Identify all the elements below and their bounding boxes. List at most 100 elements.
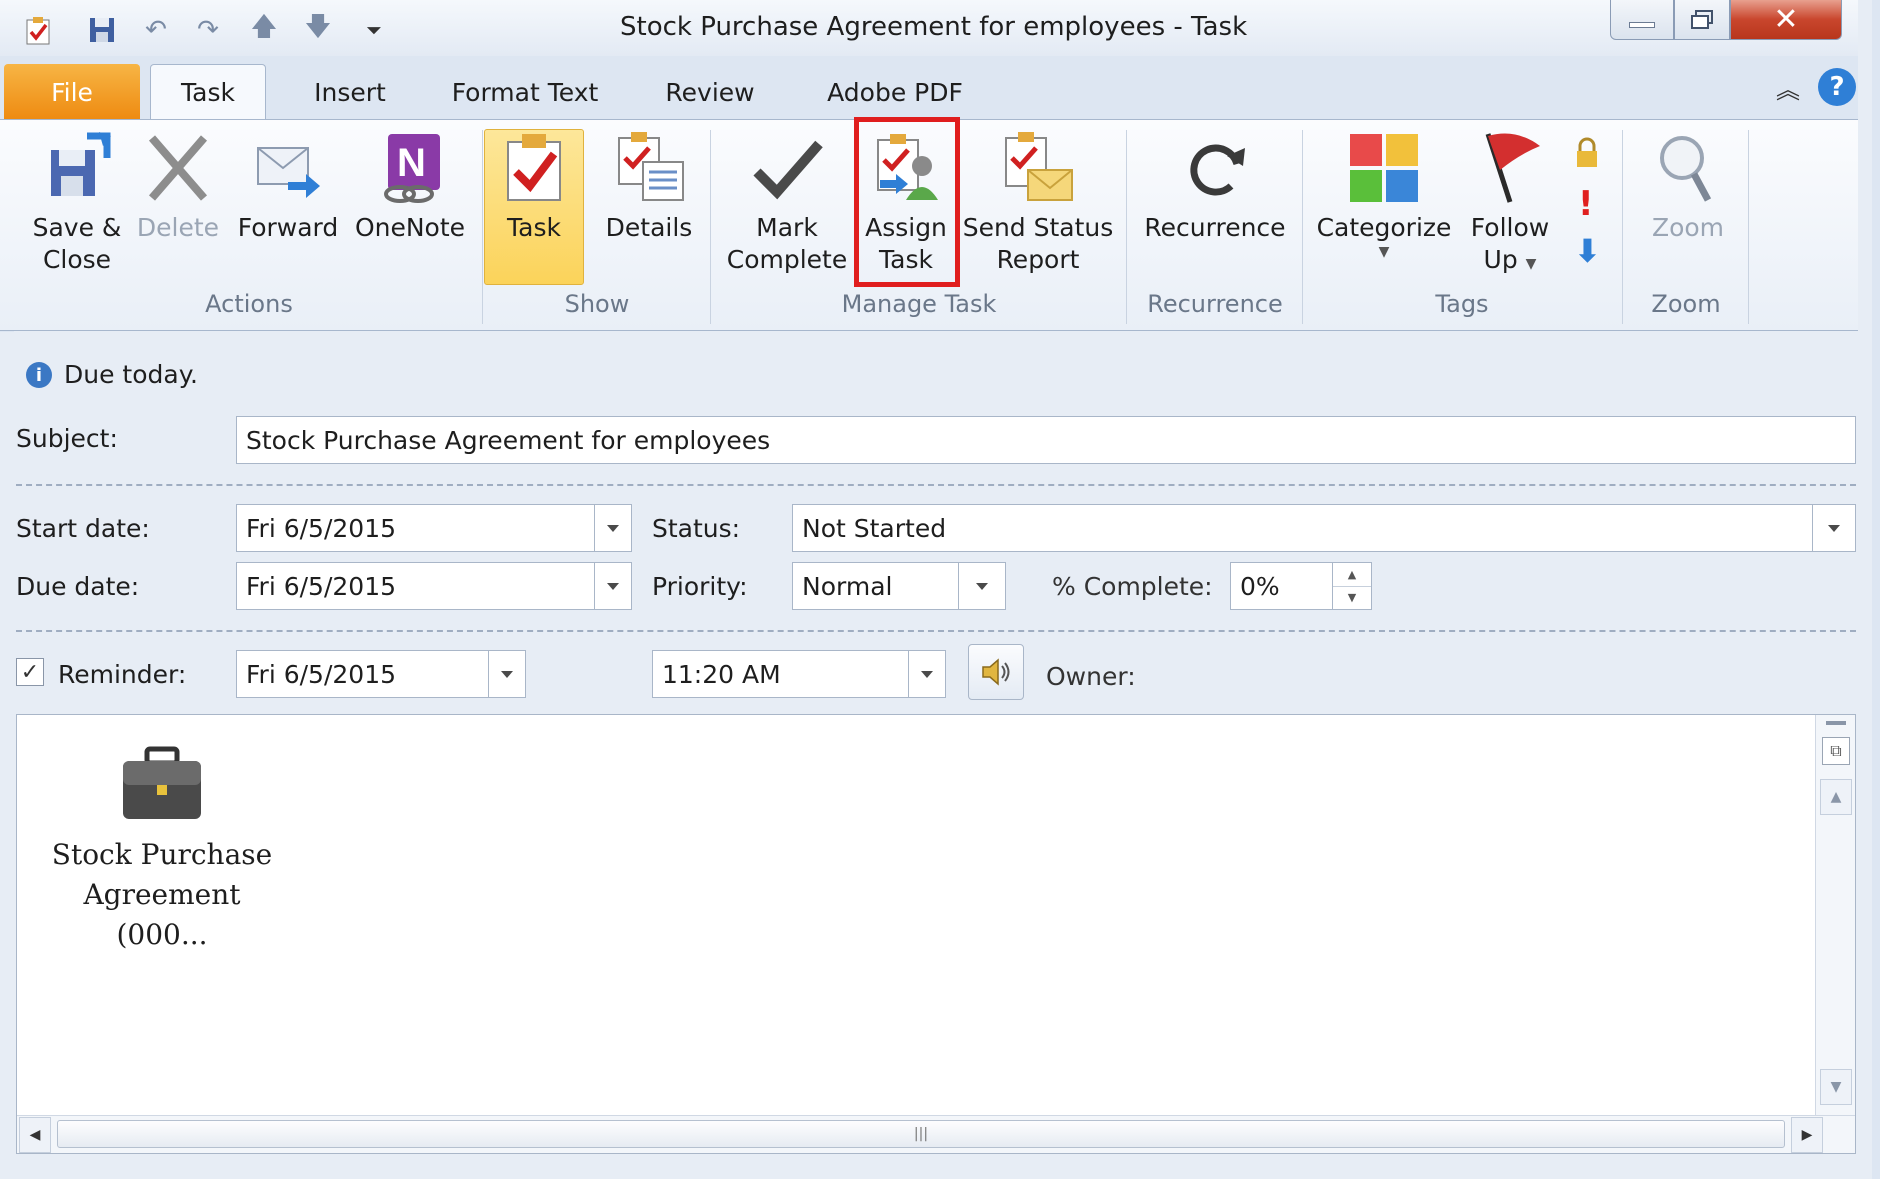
priority-label: Priority: xyxy=(652,572,748,601)
up-arrow-icon[interactable]: 🡅 xyxy=(246,12,282,48)
group-label-zoom: Zoom xyxy=(1651,290,1721,318)
priority-select[interactable]: Normal xyxy=(792,562,1006,610)
scroll-thumb[interactable]: ||| xyxy=(57,1120,1785,1148)
mark-complete-label-1: Mark xyxy=(756,213,818,242)
reminder-label: Reminder: xyxy=(58,660,187,689)
split-handle[interactable] xyxy=(1826,721,1846,725)
view-toggle-icon[interactable]: ⧉ xyxy=(1822,737,1850,765)
categorize-label: Categorize xyxy=(1316,213,1452,242)
ribbon-separator xyxy=(1622,130,1623,324)
reminder-time-field[interactable]: 11:20 AM xyxy=(652,650,946,698)
percent-complete-stepper[interactable]: 0% ▲ ▼ xyxy=(1230,562,1372,610)
tab-adobe-pdf[interactable]: Adobe PDF xyxy=(800,64,990,120)
due-date-value: Fri 6/5/2015 xyxy=(246,571,397,601)
onenote-button[interactable]: N OneNote xyxy=(350,128,470,244)
zoom-button[interactable]: Zoom xyxy=(1636,128,1740,244)
scroll-right-button[interactable]: ▶ xyxy=(1791,1117,1823,1153)
follow-up-label-1: Follow xyxy=(1470,213,1550,242)
recurrence-icon xyxy=(1175,128,1255,208)
priority-value: Normal xyxy=(802,571,893,601)
tab-format-text[interactable]: Format Text xyxy=(440,64,610,120)
reminder-date-dropdown-button[interactable] xyxy=(488,650,526,698)
group-label-manage-task: Manage Task xyxy=(841,290,997,318)
assign-task-highlight-box xyxy=(854,117,960,287)
send-status-report-button[interactable]: Send Status Report xyxy=(960,128,1116,276)
reminder-checkbox[interactable]: ✓ xyxy=(16,658,44,686)
save-icon[interactable] xyxy=(84,12,120,48)
delete-icon xyxy=(138,128,218,208)
tab-file[interactable]: File xyxy=(4,64,140,120)
details-button[interactable]: Details xyxy=(594,128,704,244)
due-date-field[interactable]: Fri 6/5/2015 xyxy=(236,562,632,610)
status-dropdown-button[interactable] xyxy=(1812,504,1856,552)
reminder-sound-button[interactable] xyxy=(968,644,1024,700)
window-title: Stock Purchase Agreement for employees -… xyxy=(620,12,1248,42)
high-importance-icon[interactable]: ! xyxy=(1578,184,1594,224)
task-form: i Due today. Subject: Stock Purchase Agr… xyxy=(0,332,1858,1179)
owner-label: Owner: xyxy=(1046,662,1136,691)
start-date-field[interactable]: Fri 6/5/2015 xyxy=(236,504,632,552)
scroll-right-icon: ▶ xyxy=(1801,1127,1813,1143)
horizontal-scrollbar[interactable]: ◀ ||| ▶ xyxy=(17,1115,1855,1153)
scroll-down-button[interactable]: ▼ xyxy=(1820,1069,1852,1105)
speaker-icon xyxy=(982,658,1010,686)
low-importance-icon[interactable]: ⬇ xyxy=(1574,232,1601,270)
customize-toolbar-icon[interactable]: ⏷ xyxy=(356,12,392,48)
save-close-label-1: Save & xyxy=(32,213,122,242)
priority-dropdown-button[interactable] xyxy=(958,562,1006,610)
onenote-label: OneNote xyxy=(354,213,466,242)
categorize-icon xyxy=(1344,128,1424,208)
group-label-show: Show xyxy=(564,290,630,318)
minimize-button[interactable] xyxy=(1610,0,1674,40)
delete-button[interactable]: Delete xyxy=(134,128,222,244)
onenote-icon: N xyxy=(370,128,450,208)
task-view-button[interactable]: Task xyxy=(492,128,576,244)
forward-button[interactable]: Forward xyxy=(232,128,344,244)
tab-review[interactable]: Review xyxy=(640,64,780,120)
save-close-label-2: Close xyxy=(42,245,112,274)
percent-spinner[interactable]: ▲ ▼ xyxy=(1332,562,1372,610)
send-status-report-icon xyxy=(998,128,1078,208)
follow-up-button[interactable]: Follow Up ▼ xyxy=(1460,128,1560,280)
mark-complete-button[interactable]: Mark Complete xyxy=(722,128,852,276)
attachment-item[interactable]: Stock Purchase Agreement (000... xyxy=(47,745,277,955)
tab-insert[interactable]: Insert xyxy=(290,64,410,120)
restore-icon xyxy=(1691,9,1713,29)
collapse-ribbon-icon[interactable]: ︽ xyxy=(1776,70,1800,105)
spin-up-icon[interactable]: ▲ xyxy=(1333,563,1371,587)
mark-complete-label-2: Complete xyxy=(726,245,848,274)
categorize-button[interactable]: Categorize ▼ xyxy=(1312,128,1456,260)
attachment-name-line-1: Stock Purchase xyxy=(51,838,273,871)
categorize-dropdown-icon: ▼ xyxy=(1378,244,1390,260)
ribbon: Save & Close Delete Forward N OneNote Ac… xyxy=(0,117,1858,331)
forward-icon xyxy=(248,128,328,208)
recurrence-button[interactable]: Recurrence xyxy=(1140,128,1290,244)
save-close-icon xyxy=(37,128,117,208)
down-arrow-icon[interactable]: 🡇 xyxy=(300,12,336,48)
reminder-date-field[interactable]: Fri 6/5/2015 xyxy=(236,650,526,698)
private-lock-icon[interactable] xyxy=(1570,136,1604,174)
restore-button[interactable] xyxy=(1674,0,1730,40)
task-body-editor[interactable]: Stock Purchase Agreement (000... ⧉ ▲ ▼ ◀… xyxy=(16,714,1856,1154)
help-icon[interactable]: ? xyxy=(1818,68,1856,106)
flag-icon xyxy=(1470,128,1550,208)
status-select[interactable]: Not Started xyxy=(792,504,1856,552)
scroll-left-button[interactable]: ◀ xyxy=(19,1117,51,1153)
start-date-label: Start date: xyxy=(16,514,150,543)
send-status-report-label-2: Report xyxy=(996,245,1080,274)
spin-down-icon[interactable]: ▼ xyxy=(1333,587,1371,610)
tab-task[interactable]: Task xyxy=(150,64,266,120)
task-view-icon xyxy=(494,128,574,208)
scroll-up-button[interactable]: ▲ xyxy=(1820,779,1852,815)
redo-icon[interactable]: ↷ xyxy=(190,12,226,48)
save-close-button[interactable]: Save & Close xyxy=(22,128,132,276)
subject-input[interactable]: Stock Purchase Agreement for employees xyxy=(236,416,1856,464)
percent-complete-value: 0% xyxy=(1240,571,1280,601)
undo-icon[interactable]: ↶ xyxy=(138,12,174,48)
close-button[interactable]: ✕ xyxy=(1730,0,1842,40)
reminder-time-dropdown-button[interactable] xyxy=(908,650,946,698)
due-date-dropdown-button[interactable] xyxy=(594,562,632,610)
start-date-dropdown-button[interactable] xyxy=(594,504,632,552)
forward-label: Forward xyxy=(237,213,339,242)
vertical-scrollbar[interactable]: ⧉ ▲ ▼ xyxy=(1815,715,1855,1115)
